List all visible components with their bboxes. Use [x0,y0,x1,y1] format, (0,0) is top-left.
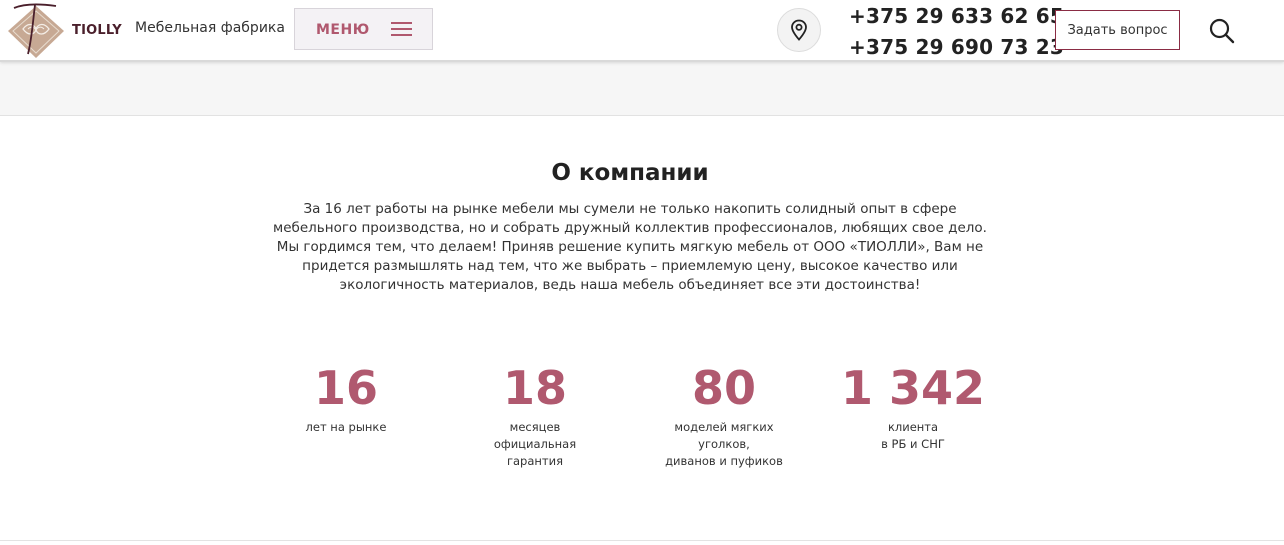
stat-label: моделей мягких уголков, диванов и пуфико… [665,420,783,468]
stat-clients: 1 342 клиента в РБ и СНГ [823,360,1003,453]
map-pin-icon [791,19,807,41]
section-title: О компании [551,160,709,186]
breadcrumb-band [0,62,1284,116]
hamburger-icon [391,22,412,37]
logo[interactable]: TIOLLY [4,2,122,60]
site-header: TIOLLY Мебельная фабрика МЕНЮ +375 29 63… [0,0,1284,62]
stat-value: 80 [691,361,756,415]
stat-years: 16 лет на рынке [256,360,436,436]
stat-value: 1 342 [840,361,986,415]
search-icon [1209,18,1235,44]
stat-models: 80 моделей мягких уголков, диванов и пуф… [634,360,814,470]
tagline: Мебельная фабрика [135,20,285,36]
menu-label: МЕНЮ [316,22,370,38]
stat-label: месяцев официальная гарантия [493,420,577,468]
about-description: За 16 лет работы на рынке мебели мы суме… [273,201,987,293]
stat-value: 18 [502,361,567,415]
stat-warranty: 18 месяцев официальная гарантия [445,360,625,470]
stat-label: лет на рынке [305,420,387,434]
phone-link-1[interactable]: +375 29 633 62 65 [849,4,1064,28]
stat-value: 16 [313,361,378,415]
menu-button[interactable]: МЕНЮ [294,8,433,50]
section-divider [0,540,1284,541]
ask-question-button[interactable]: Задать вопрос [1055,10,1180,50]
logo-text: TIOLLY [72,23,122,38]
search-button[interactable] [1207,16,1237,46]
phone-link-2[interactable]: +375 29 690 73 23 [849,35,1064,59]
stat-label: клиента в РБ и СНГ [881,420,945,451]
location-button[interactable] [777,8,821,52]
